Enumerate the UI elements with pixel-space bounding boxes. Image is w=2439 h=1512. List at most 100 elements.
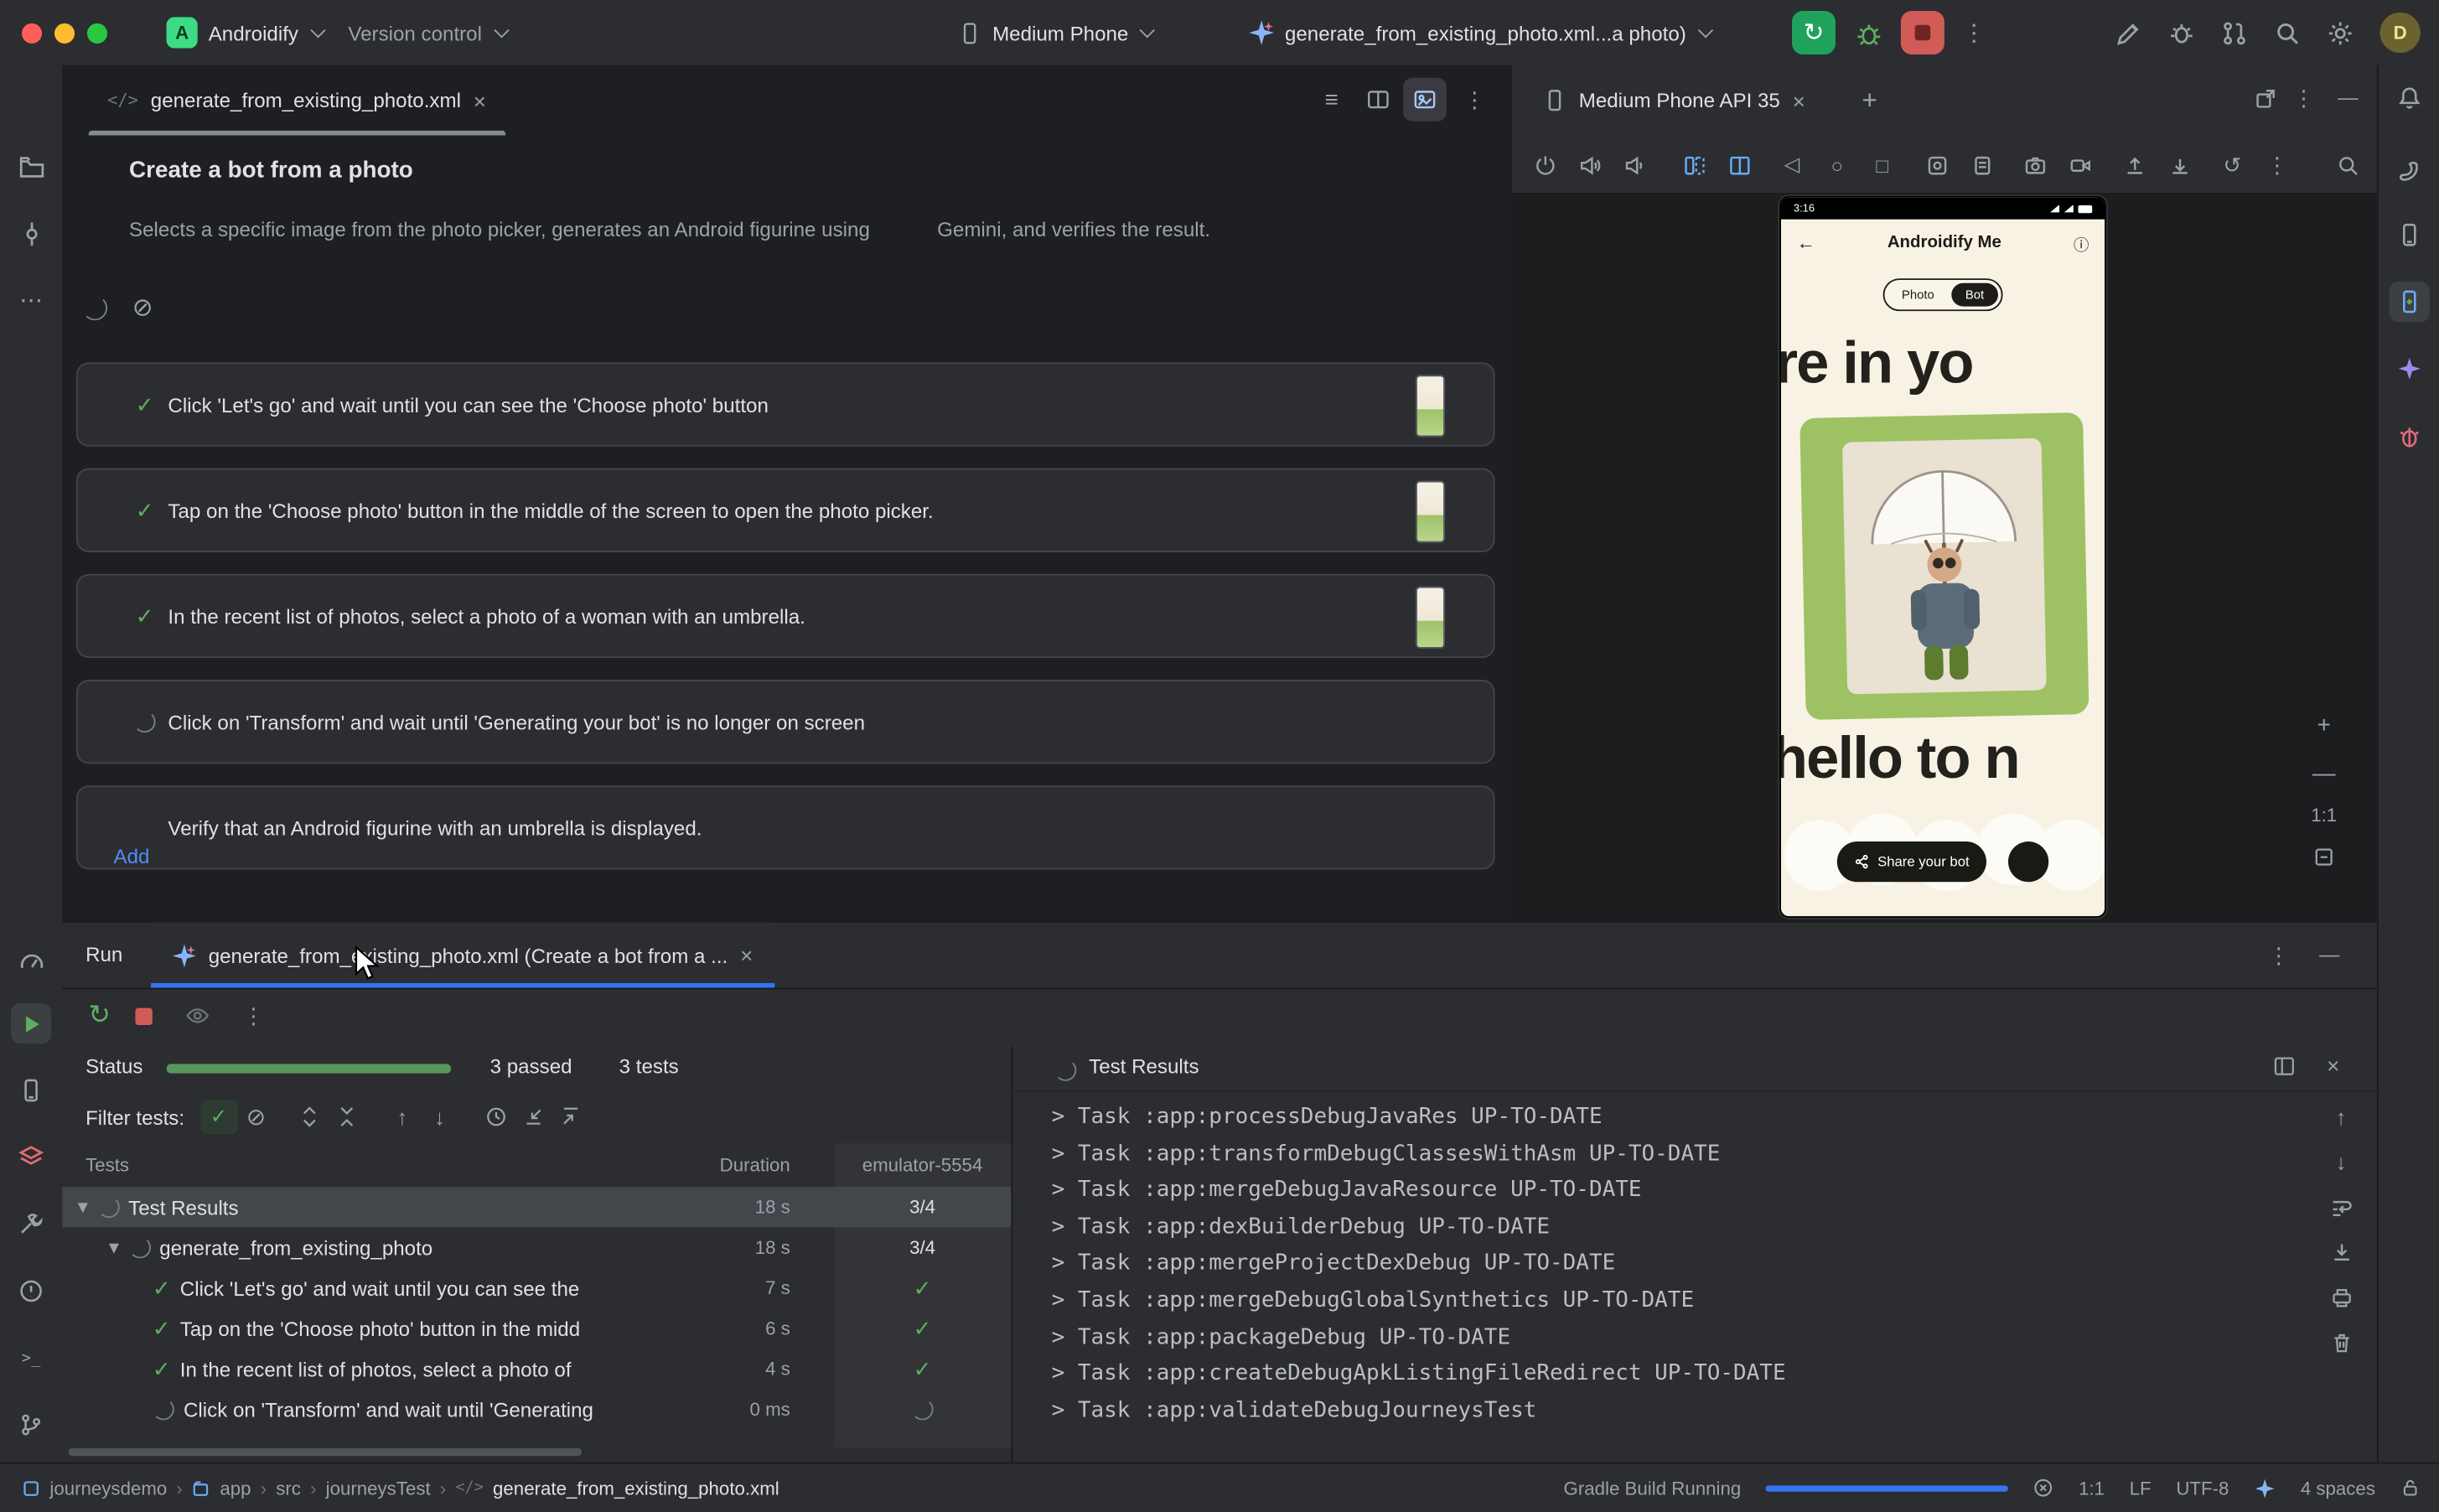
print-icon[interactable] [2327,1283,2354,1311]
breadcrumb-item[interactable]: journeysdemo [49,1477,167,1499]
chevron-expanded-icon[interactable]: ▾ [109,1235,119,1261]
share-your-bot-button[interactable]: Share your bot [1837,841,1986,882]
scroll-to-end-icon[interactable] [2327,1238,2354,1266]
commit-tool-icon[interactable] [11,213,51,253]
fold-device-icon[interactable] [1677,148,1711,182]
zoom-fit-icon[interactable] [2307,840,2341,874]
zoom-in-icon[interactable]: + [2307,707,2341,742]
chevron-expanded-icon[interactable]: ▾ [78,1194,88,1219]
panel-options-icon[interactable]: ⋮ [2293,85,2315,112]
breadcrumb-item[interactable]: src [276,1477,301,1499]
phone-back-icon[interactable]: ← [1797,232,1815,254]
editor-options-icon[interactable]: ⋮ [1453,78,1496,122]
build-tool-icon[interactable] [11,1204,51,1244]
app-quality-insights-tool-icon[interactable] [11,1137,51,1178]
power-icon[interactable] [1527,148,1561,182]
breadcrumb-item[interactable]: journeysTest [326,1477,431,1499]
gradle-status-label[interactable]: Gradle Build Running [1564,1477,1742,1499]
col-duration[interactable]: Duration [641,1154,834,1176]
panel-options-icon[interactable]: ⋮ [2268,943,2290,970]
debug-icon[interactable] [1850,19,1888,46]
editor-tab[interactable]: </> generate_from_existing_photo.xml × [89,65,505,136]
expand-all-icon[interactable] [290,1100,328,1134]
journey-step[interactable]: ✓ Click 'Let's go' and wait until you ca… [76,362,1495,446]
version-control-tool-icon[interactable] [11,1405,51,1445]
design-view-icon[interactable] [1403,78,1447,122]
device-explorer-tool-icon[interactable] [2390,215,2430,255]
device-tab[interactable]: Medium Phone API 35 × [1534,65,1815,136]
line-separator[interactable]: LF [2130,1477,2152,1499]
running-devices-tool-icon[interactable] [2390,282,2430,322]
test-row[interactable]: Click on 'Transform' and wait until 'Gen… [62,1389,1011,1429]
emulator-phone-screen[interactable]: 3:16 ← Androidify Me ⓘ Photo Bot re in y… [1779,196,2106,918]
run-button[interactable]: ↻ [1792,11,1836,54]
soft-wrap-icon[interactable] [2327,1193,2354,1220]
add-device-icon[interactable]: + [1862,85,1877,117]
gradle-tool-icon[interactable] [2390,151,2430,191]
split-view-icon[interactable] [1356,78,1400,122]
watch-icon[interactable] [179,997,216,1035]
macos-zoom-button[interactable] [87,23,107,43]
journey-step[interactable]: Click on 'Transform' and wait until 'Gen… [76,680,1495,764]
build-analyzer-icon[interactable] [2168,19,2195,46]
previous-failed-icon[interactable]: ↑ [384,1100,422,1134]
stop-tests-icon[interactable] [124,997,162,1035]
test-history-icon[interactable] [477,1100,515,1134]
more-tool-windows-icon[interactable]: ⋯ [11,280,51,320]
run-tab[interactable]: generate_from_existing_photo.xml (Create… [151,923,774,988]
close-console-icon[interactable]: × [2327,1053,2339,1078]
back-nav-icon[interactable]: ◁ [1775,148,1810,182]
volume-down-icon[interactable] [1618,148,1652,182]
show-passed-filter-icon[interactable]: ✓ [200,1100,238,1134]
console-layout-icon[interactable] [2272,1054,2296,1078]
macos-close-button[interactable] [22,23,42,43]
col-device[interactable]: emulator-5554 [834,1154,1012,1176]
file-encoding[interactable]: UTF-8 [2176,1477,2229,1499]
caret-position[interactable]: 1:1 [2079,1477,2105,1499]
zoom-out-icon[interactable]: — [2307,756,2341,790]
vcs-widget[interactable]: Version control [336,9,520,56]
col-tests[interactable]: Tests [62,1154,640,1176]
add-step-button[interactable]: Add [113,845,149,868]
run-more-icon[interactable]: ⋮ [235,997,272,1035]
app-insights-bug-icon[interactable] [2390,417,2430,457]
ai-edit-icon[interactable] [2115,19,2142,46]
toggle-bot-segment[interactable]: Bot [1951,283,1998,307]
close-icon[interactable]: × [474,88,486,113]
horizontal-scrollbar[interactable] [69,1448,582,1456]
step-screenshot-thumbnail[interactable] [1416,587,1445,649]
terminal-tool-icon[interactable]: >_ [11,1338,51,1378]
overview-nav-icon[interactable]: □ [1865,148,1899,182]
import-results-icon[interactable] [515,1100,552,1134]
clear-console-icon[interactable] [2327,1328,2354,1356]
scroll-down-icon[interactable]: ↓ [2327,1148,2354,1176]
lock-icon[interactable] [2400,1478,2421,1498]
project-tool-icon[interactable] [11,146,51,186]
profiler-tool-icon[interactable] [11,940,51,980]
project-widget[interactable]: A Androidify [154,9,336,56]
scroll-up-icon[interactable]: ↑ [2327,1103,2354,1131]
run-tool-icon[interactable] [11,1003,51,1043]
search-icon[interactable] [2274,19,2301,46]
download-bot-button[interactable] [2008,841,2048,882]
open-in-window-icon[interactable] [2254,87,2277,111]
test-row[interactable]: ▾ generate_from_existing_photo 18 s 3/4 [62,1227,1011,1267]
zoom-mode-icon[interactable] [2330,148,2364,182]
problems-tool-icon[interactable] [11,1271,51,1311]
indent-setting[interactable]: 4 spaces [2301,1477,2375,1499]
code-view-icon[interactable]: ≡ [1310,78,1354,122]
close-icon[interactable]: × [1793,88,1805,113]
minimize-panel-icon[interactable]: — [2319,943,2339,966]
journey-step[interactable]: ✓ Tap on the 'Choose photo' button in th… [76,469,1495,552]
more-actions-icon[interactable]: ⋮ [1959,18,1990,46]
test-row[interactable]: ✓ Click 'Let's go' and wait until you ca… [62,1268,1011,1308]
ai-assistant-status-icon[interactable] [2254,1477,2276,1499]
notifications-bell-icon[interactable] [2390,78,2430,118]
gemini-tool-icon[interactable] [2390,349,2430,389]
take-screenshot-icon[interactable] [2017,148,2052,182]
journey-step[interactable]: ✓ In the recent list of photos, select a… [76,574,1495,658]
device-manager-tool-icon[interactable] [11,1070,51,1111]
rerun-tests-icon[interactable]: ↻ [81,997,119,1035]
toggle-photo-segment[interactable]: Photo [1888,283,1948,307]
collapse-all-icon[interactable] [328,1100,365,1134]
